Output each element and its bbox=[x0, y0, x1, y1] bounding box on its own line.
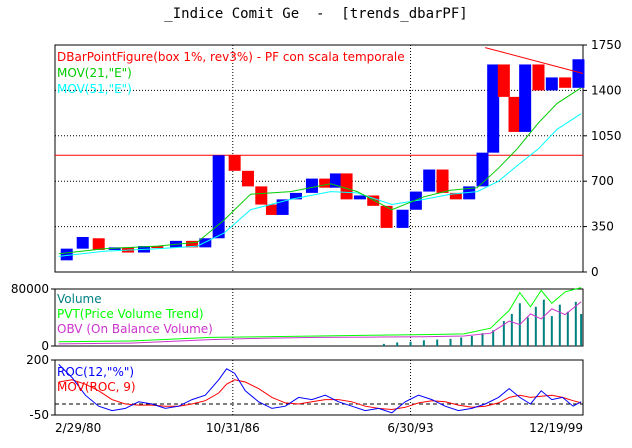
pf-box-down bbox=[508, 96, 521, 132]
pf-box-up bbox=[60, 248, 73, 261]
roc-y-tick-label: -50 bbox=[29, 408, 49, 422]
pf-box-down bbox=[532, 64, 545, 91]
pf-box-up bbox=[353, 195, 366, 200]
x-tick-label: 10/31/86 bbox=[206, 421, 260, 435]
chart-canvas: 2/29/80 10/31/86 6/30/93 12/19/99 0 350 700 105… bbox=[11, 38, 622, 435]
pf-box-down bbox=[92, 238, 105, 250]
pf-box-down bbox=[340, 173, 353, 200]
pf-box-up bbox=[76, 236, 89, 249]
pf-box-down bbox=[228, 155, 241, 171]
pf-box-down bbox=[436, 169, 449, 193]
pf-box-down bbox=[255, 186, 268, 205]
pf-box-up bbox=[545, 77, 558, 91]
price-legend-1: MOV(21,"E") bbox=[57, 66, 132, 80]
roc-y-tick-label: 200 bbox=[26, 353, 49, 367]
roc-legend-1: MOV(ROC, 9) bbox=[57, 380, 136, 394]
price-legend-2: MOV(51,"E") bbox=[57, 82, 132, 96]
pf-box-down bbox=[497, 64, 510, 97]
pf-box-down bbox=[319, 178, 332, 188]
x-tick-label: 6/30/93 bbox=[387, 421, 433, 435]
pf-box-down bbox=[265, 204, 278, 215]
pf-box-up bbox=[396, 209, 409, 228]
pf-box-down bbox=[559, 77, 572, 88]
pf-box-up bbox=[519, 64, 532, 132]
vol-legend-2: OBV (On Balance Volume) bbox=[57, 322, 213, 336]
pf-box-up bbox=[423, 169, 436, 192]
price-y-tick-label: 350 bbox=[591, 220, 614, 234]
price-legend-0: DBarPointFigure(box 1%, rev3%) - PF con … bbox=[57, 50, 405, 64]
x-tick-label: 12/19/99 bbox=[529, 421, 583, 435]
roc-legend-0: ROC(12,"%") bbox=[57, 365, 134, 379]
pf-box-up bbox=[476, 152, 489, 187]
vol-y-tick-label: 0 bbox=[41, 339, 49, 353]
price-y-tick-label: 1050 bbox=[591, 129, 622, 143]
price-y-tick-label: 1750 bbox=[591, 38, 622, 52]
vol-legend-0: Volume bbox=[57, 292, 102, 306]
price-y-tick-label: 1400 bbox=[591, 83, 622, 97]
pf-box-up bbox=[487, 64, 500, 153]
pf-box-up bbox=[305, 178, 318, 193]
price-y-tick-label: 0 bbox=[591, 265, 599, 279]
pf-box-up bbox=[212, 155, 225, 239]
x-tick-label: 2/29/80 bbox=[55, 421, 101, 435]
vol-y-tick-label: 80000 bbox=[11, 282, 49, 296]
pf-box-down bbox=[241, 170, 254, 187]
vol-legend-1: PVT(Price Volume Trend) bbox=[57, 307, 204, 321]
price-y-tick-label: 700 bbox=[591, 174, 614, 188]
